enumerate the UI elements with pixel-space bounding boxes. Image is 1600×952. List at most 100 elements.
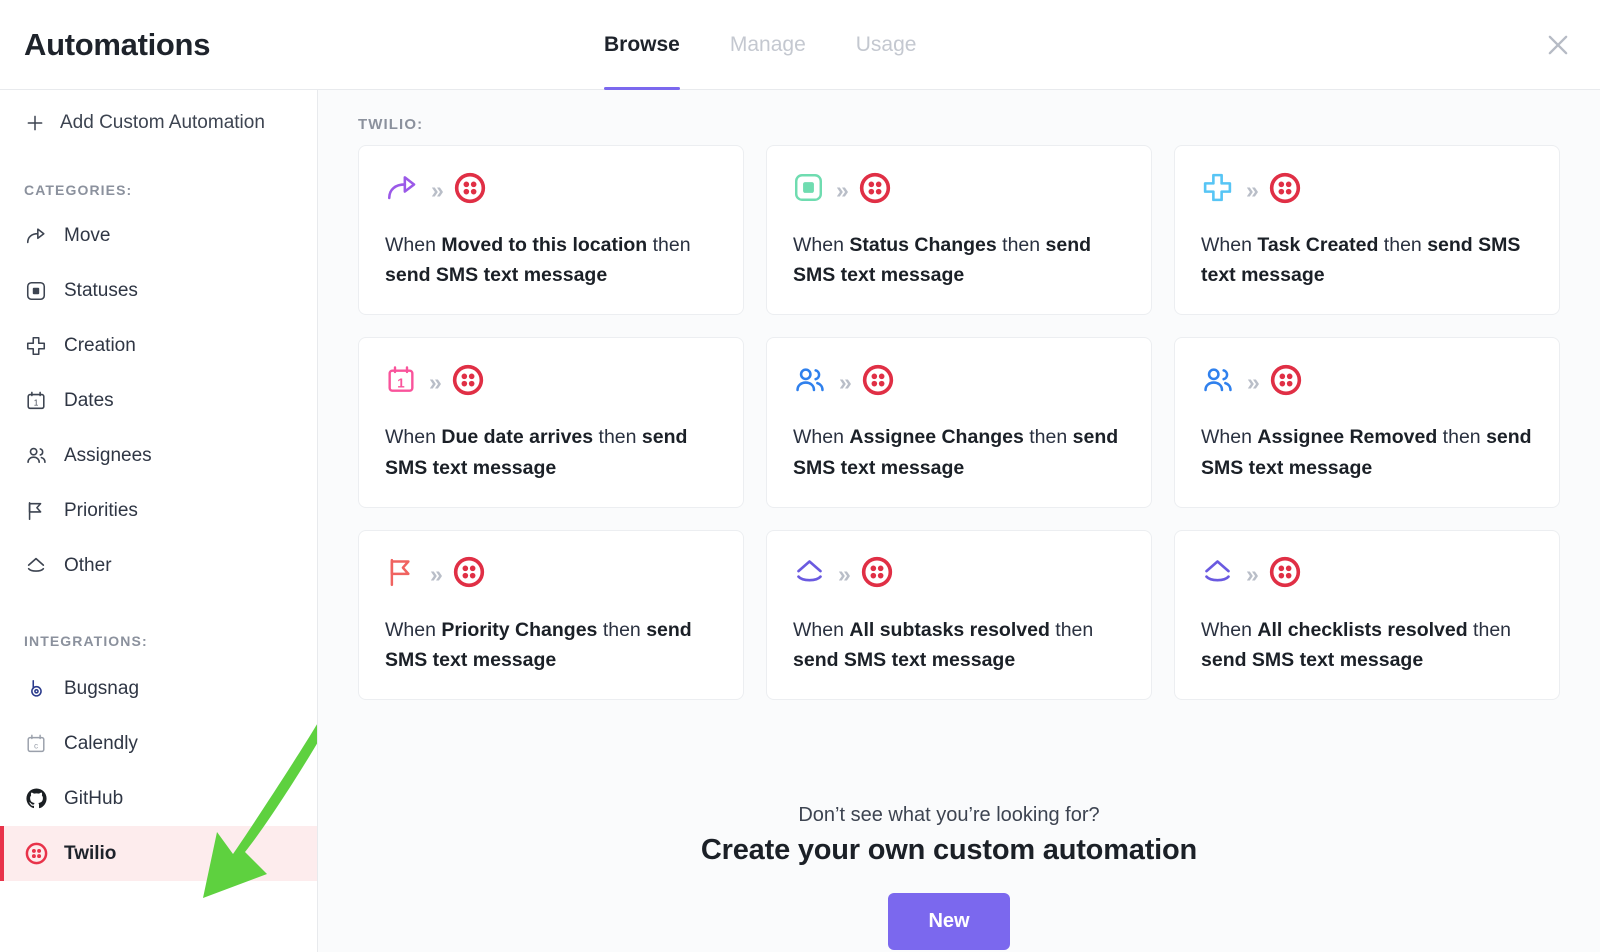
calendar-icon: 1 [385, 364, 417, 401]
card-action: send SMS text message [793, 649, 1016, 672]
twilio-icon [861, 556, 893, 593]
sidebar-item-dates[interactable]: 1 Dates [0, 373, 317, 428]
automation-card[interactable]: » When Moved to this location then send … [358, 145, 744, 316]
sidebar-item-statuses[interactable]: Statuses [0, 263, 317, 318]
automations-modal: Automations Browse Manage Usage Add Cust… [0, 0, 1600, 952]
card-trigger: Status Changes [849, 234, 997, 256]
sidebar-item-bugsnag[interactable]: Bugsnag [0, 661, 317, 716]
sidebar-item-move[interactable]: Move [0, 208, 317, 263]
chevrons-icon [24, 554, 48, 578]
card-icon-row: » [1201, 364, 1533, 400]
flag-icon [24, 499, 48, 523]
tab-usage-label: Usage [855, 33, 917, 56]
automation-card-grid: » When Moved to this location then send … [338, 145, 1560, 701]
chevrons-right-icon: » [1246, 176, 1259, 203]
chevrons-right-icon: » [1246, 561, 1259, 588]
chevrons-right-icon: » [838, 561, 851, 588]
automation-card[interactable]: 1 » When Due date arrives then send SMS … [358, 337, 744, 508]
sidebar-item-creation[interactable]: Creation [0, 318, 317, 373]
sidebar-item-other[interactable]: Other [0, 538, 317, 593]
sidebar-item-github-label: GitHub [64, 787, 124, 809]
card-trigger: Priority Changes [441, 618, 598, 641]
card-icon-row: » [385, 172, 717, 208]
automation-card[interactable]: » When Assignee Changes then send SMS te… [766, 337, 1152, 508]
sidebar-item-assignees[interactable]: Assignees [0, 428, 317, 483]
twilio-icon [1269, 556, 1301, 593]
card-trigger: All subtasks resolved [849, 618, 1050, 641]
twilio-icon [454, 172, 486, 209]
status-square-icon [24, 279, 48, 303]
card-icon-row: » [793, 557, 1125, 593]
add-custom-automation-button[interactable]: Add Custom Automation [0, 102, 317, 144]
tab-bar: Browse Manage Usage [604, 0, 916, 90]
new-automation-button[interactable]: New [888, 893, 1010, 951]
card-trigger: All checklists resolved [1257, 618, 1468, 641]
custom-automation-cta: Don’t see what you’re looking for? Creat… [338, 804, 1560, 951]
card-description: When Priority Changes then send SMS text… [385, 618, 692, 672]
people-icon [24, 444, 48, 468]
card-action: send SMS text message [385, 264, 608, 287]
integrations-section-label: INTEGRATIONS: [24, 633, 148, 649]
sidebar-item-priorities-label: Priorities [64, 499, 138, 521]
svg-text:c: c [34, 741, 38, 750]
tab-usage[interactable]: Usage [856, 0, 917, 90]
sidebar-item-twilio[interactable]: Twilio [0, 826, 317, 881]
integration-group-label: TWILIO: [358, 116, 424, 133]
sidebar-item-calendly-label: Calendly [64, 732, 138, 754]
chevrons-icon [1201, 556, 1234, 594]
chevrons-right-icon: » [430, 561, 443, 588]
twilio-icon [1269, 172, 1301, 209]
plus-cross-icon [24, 334, 48, 358]
main-panel: TWILIO: » When Moved to this location th… [318, 90, 1600, 952]
status-square-icon [793, 172, 824, 208]
chevrons-right-icon: » [429, 368, 442, 395]
card-icon-row: » [793, 364, 1125, 400]
move-arrow-icon [24, 224, 48, 248]
twilio-icon [453, 556, 485, 593]
sidebar-item-twilio-label: Twilio [64, 842, 117, 864]
calendar-icon: 1 [24, 389, 48, 413]
sidebar-item-other-label: Other [64, 554, 112, 576]
sidebar-item-statuses-label: Statuses [64, 279, 138, 301]
card-action: send SMS text message [1201, 649, 1424, 672]
cta-title: Create your own custom automation [700, 834, 1198, 867]
automation-card[interactable]: » When All subtasks resolved then send S… [766, 529, 1152, 701]
card-description: When All subtasks resolved then send SMS… [793, 618, 1094, 672]
close-icon[interactable] [1540, 27, 1576, 63]
tab-manage-label: Manage [729, 33, 806, 56]
sidebar-item-priorities[interactable]: Priorities [0, 483, 317, 538]
automation-card[interactable]: » When Status Changes then send SMS text… [766, 145, 1152, 316]
twilio-icon [859, 172, 891, 209]
page-title: Automations [24, 26, 211, 62]
twilio-icon [862, 364, 894, 401]
card-trigger: Moved to this location [441, 234, 648, 256]
automation-card[interactable]: » When Priority Changes then send SMS te… [358, 529, 744, 701]
twilio-icon [452, 364, 484, 401]
card-icon-row: » [385, 557, 717, 593]
automation-card[interactable]: » When Assignee Removed then send SMS te… [1174, 337, 1560, 508]
card-description: When All checklists resolved then send S… [1201, 618, 1512, 672]
chevrons-right-icon: » [836, 176, 849, 203]
bugsnag-icon [24, 677, 48, 701]
card-trigger: Assignee Removed [1257, 426, 1438, 449]
add-custom-automation-label: Add Custom Automation [60, 112, 265, 133]
card-trigger: Due date arrives [441, 426, 594, 449]
chevrons-right-icon: » [1247, 368, 1260, 395]
automation-card[interactable]: » When Task Created then send SMS text m… [1174, 145, 1560, 316]
chevrons-right-icon: » [839, 368, 852, 395]
sidebar-item-github[interactable]: GitHub [0, 771, 317, 826]
chevrons-right-icon: » [431, 176, 444, 203]
card-icon-row: » [793, 172, 1125, 208]
card-description: When Due date arrives then send SMS text… [385, 426, 688, 479]
sidebar-item-calendly[interactable]: c Calendly [0, 716, 317, 771]
card-description: When Status Changes then send SMS text m… [793, 234, 1092, 287]
automation-card[interactable]: » When All checklists resolved then send… [1174, 529, 1560, 701]
twilio-icon [24, 842, 48, 866]
tab-manage[interactable]: Manage [730, 0, 806, 90]
plus-icon [24, 112, 46, 134]
categories-section-label: CATEGORIES: [24, 182, 133, 198]
card-icon-row: » [1201, 172, 1533, 208]
tab-browse[interactable]: Browse [604, 0, 680, 90]
card-description: When Assignee Changes then send SMS text… [793, 426, 1119, 479]
twilio-icon [1270, 364, 1302, 401]
